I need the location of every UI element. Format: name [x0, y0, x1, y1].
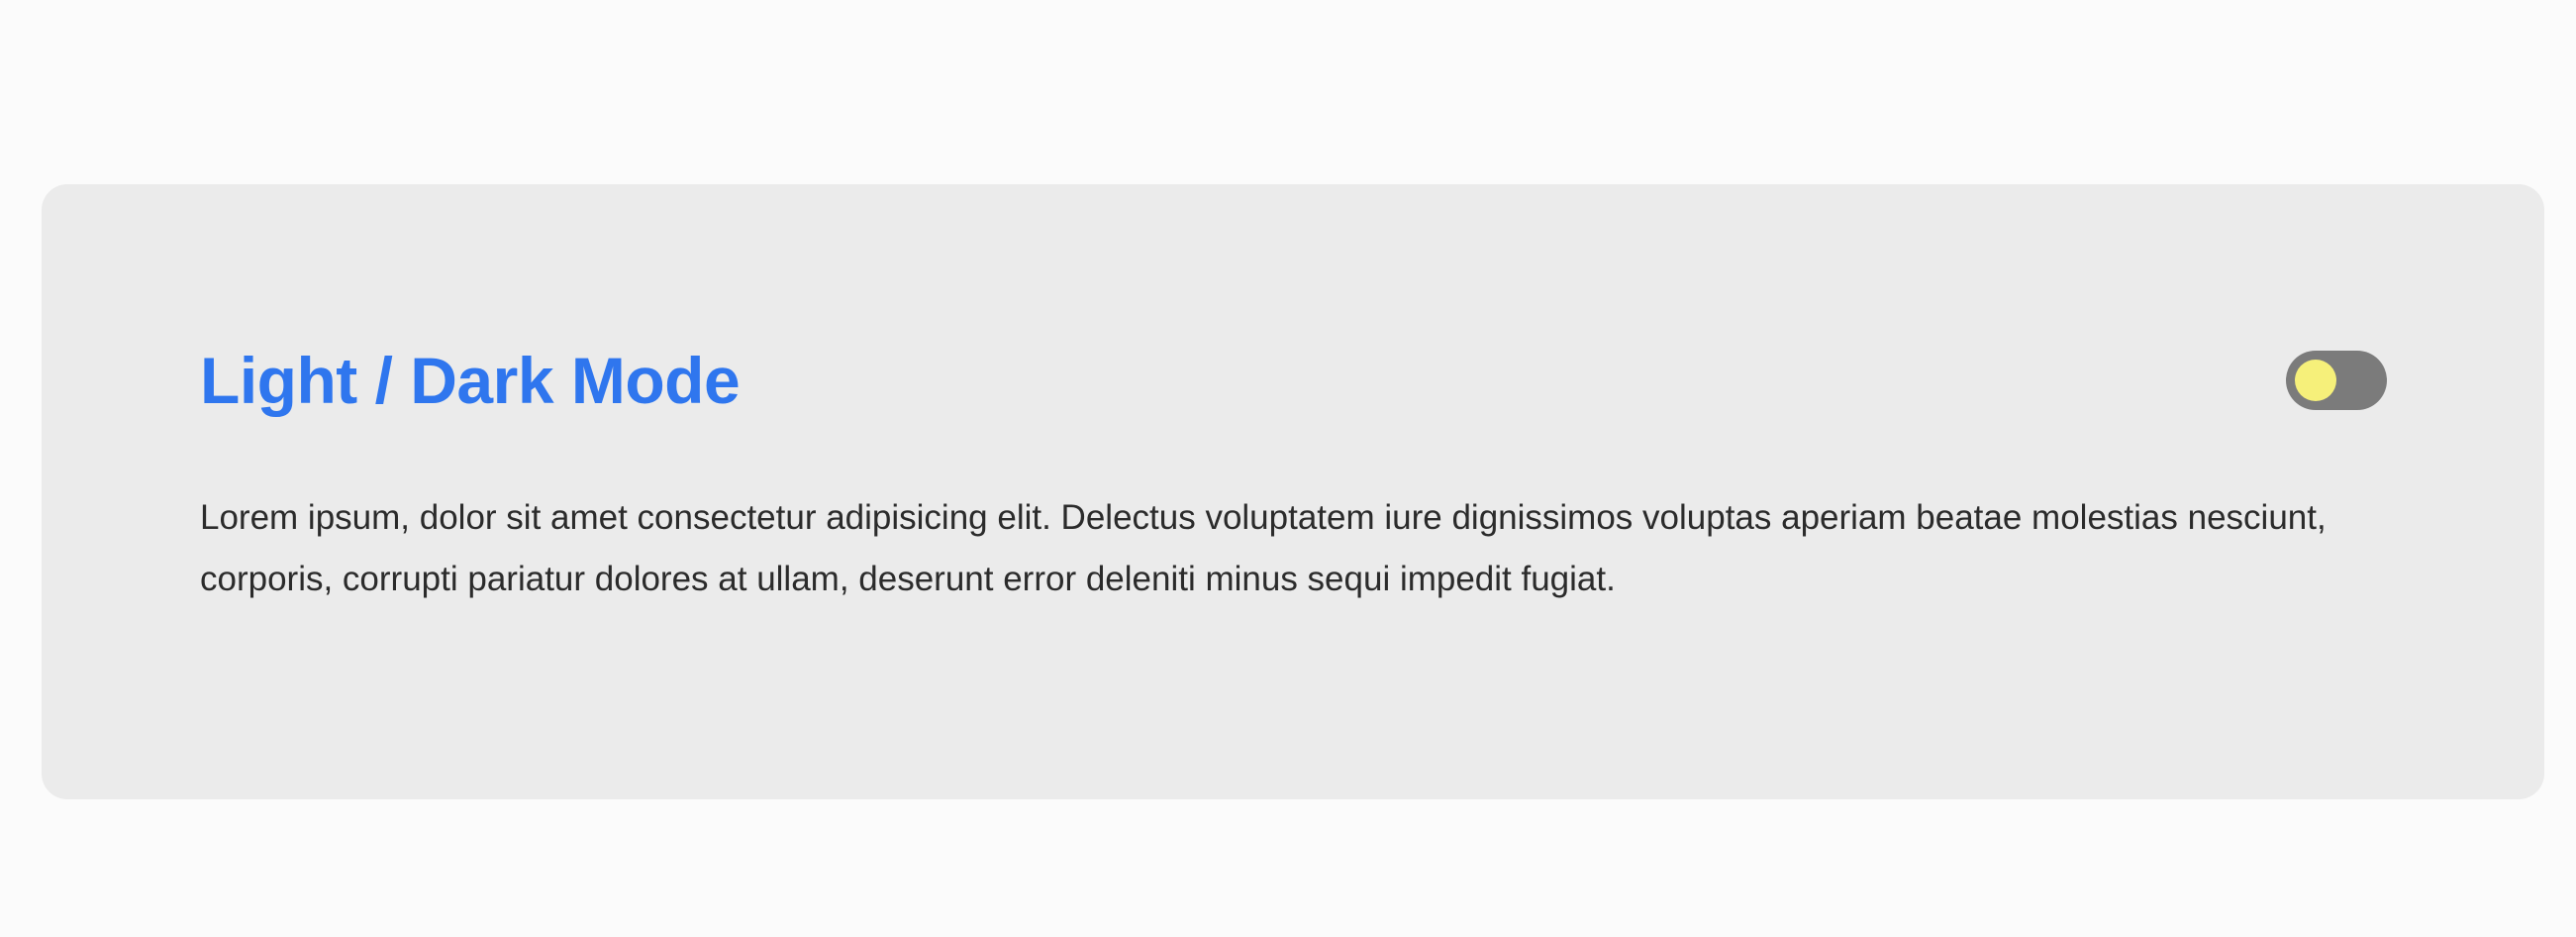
- content-card: Light / Dark Mode Lorem ipsum, dolor sit…: [42, 184, 2544, 799]
- body-text: Lorem ipsum, dolor sit amet consectetur …: [200, 498, 2327, 598]
- theme-toggle[interactable]: [2286, 351, 2387, 410]
- sun-icon: [2295, 360, 2336, 401]
- page-title: Light / Dark Mode: [200, 344, 741, 417]
- card-header: Light / Dark Mode: [200, 341, 2387, 420]
